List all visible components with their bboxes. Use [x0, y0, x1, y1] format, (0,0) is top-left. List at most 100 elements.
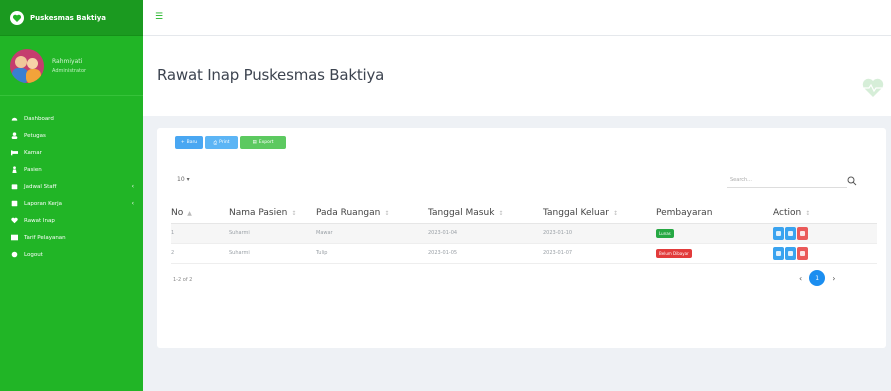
export-icon: ▤ — [252, 140, 257, 145]
table-row[interactable]: 1 Suharmi Mawar 2023-01-04 2023-01-10 Lu… — [171, 223, 877, 244]
sidebar: Puskesmas Baktiya Rahmiyati Administrato… — [0, 0, 143, 391]
avatar — [10, 48, 44, 83]
cell-ruangan: Tulip — [316, 243, 428, 264]
sidebar-item-petugas[interactable]: Petugas — [0, 127, 143, 144]
table-header-row: No ▲ Nama Pasien ↕ Pada Ruangan ↕ Tanggal M… — [171, 203, 877, 224]
logout-icon — [10, 251, 18, 259]
sidebar-item-dashboard[interactable]: Dashboard — [0, 110, 143, 127]
sidebar-item-logout[interactable]: Logout — [0, 246, 143, 263]
delete-button[interactable] — [797, 226, 808, 240]
report-icon — [10, 200, 18, 208]
cell-no: 2 — [171, 243, 229, 264]
sidebar-item-label: Logout — [24, 251, 43, 258]
page-header: Rawat Inap Puskesmas Baktiya — [143, 36, 891, 116]
detail-icon — [788, 250, 793, 256]
sidebar-item-kamar[interactable]: Kamar — [0, 144, 143, 161]
export-button-label: Export — [258, 140, 274, 145]
page-length-value: 10 — [177, 176, 185, 183]
search-placeholder: Search... — [730, 177, 752, 183]
chevron-left-icon: ‹ — [131, 200, 134, 207]
detail-button[interactable] — [785, 246, 796, 260]
brand-bar[interactable]: Puskesmas Baktiya — [0, 0, 143, 36]
print-button-label: Print — [219, 140, 230, 145]
print-icon: ⎙ — [213, 140, 218, 146]
sidebar-item-label: Petugas — [24, 132, 46, 139]
cell-ruangan: Mawar — [316, 223, 428, 244]
chevron-down-icon: ▾ — [186, 176, 190, 183]
cell-action — [773, 243, 877, 264]
patient-icon — [10, 166, 18, 174]
cell-pembayaran: Belum Dibayar — [656, 243, 773, 264]
export-button[interactable]: ▤ Export — [240, 136, 286, 149]
search-icon[interactable] — [847, 176, 857, 186]
sidebar-toggle-icon[interactable]: ☰ — [155, 12, 163, 22]
col-tanggal-masuk[interactable]: Tanggal Masuk ↕ — [428, 203, 543, 224]
print-button[interactable]: ⎙ Print — [205, 136, 238, 149]
chevron-left-icon: ‹ — [131, 183, 134, 190]
col-tanggal-keluar[interactable]: Tanggal Keluar ↕ — [543, 203, 656, 224]
user-role: Administrator — [52, 67, 87, 74]
calendar-icon — [10, 183, 18, 191]
sort-icon: ▲ — [187, 209, 192, 217]
user-panel: Rahmiyati Administrator — [0, 36, 143, 96]
heart-icon — [10, 217, 18, 225]
page-length-select[interactable]: 10 ▾ — [177, 176, 190, 183]
data-table: No ▲ Nama Pasien ↕ Pada Ruangan ↕ Tanggal M… — [171, 203, 877, 264]
pagination: ‹ 1 › — [799, 270, 835, 286]
cell-nama: Suharmi — [229, 223, 316, 244]
detail-button[interactable] — [785, 226, 796, 240]
edit-button[interactable] — [773, 246, 784, 260]
sidebar-item-label: Dashboard — [24, 115, 54, 122]
plus-icon: + — [180, 140, 185, 145]
cell-no: 1 — [171, 223, 229, 244]
trash-icon — [800, 250, 805, 256]
sidebar-item-tarif-pelayanan[interactable]: Tarif Pelayanan — [0, 229, 143, 246]
search-input[interactable]: Search... — [727, 173, 847, 188]
trash-icon — [800, 230, 805, 236]
detail-icon — [788, 230, 793, 236]
sort-icon: ↕ — [805, 209, 811, 217]
sidebar-item-laporan-kerja[interactable]: Laporan Kerja ‹ — [0, 195, 143, 212]
col-no[interactable]: No ▲ — [171, 203, 229, 224]
page-title: Rawat Inap Puskesmas Baktiya — [157, 66, 385, 84]
new-button[interactable]: + Baru — [175, 136, 203, 149]
user-icon — [10, 132, 18, 140]
next-page-icon[interactable]: › — [832, 274, 835, 283]
col-action[interactable]: Action ↕ — [773, 203, 877, 224]
status-badge: Belum Dibayar — [656, 248, 692, 258]
sidebar-item-label: Laporan Kerja — [24, 200, 63, 207]
brand-name: Puskesmas Baktiya — [30, 13, 107, 22]
data-card: + Baru ⎙ Print ▤ Export 10 ▾ Search... N… — [157, 128, 886, 348]
sidebar-item-label: Rawat Inap — [24, 217, 55, 224]
sort-icon: ↕ — [498, 209, 504, 217]
sidebar-item-pasien[interactable]: Pasien — [0, 161, 143, 178]
page-number-button[interactable]: 1 — [809, 270, 826, 286]
bed-icon — [10, 149, 18, 157]
status-badge: Lunas — [656, 228, 674, 238]
cell-action — [773, 223, 877, 244]
sidebar-item-label: Jadwal Staff — [24, 183, 57, 190]
sidebar-item-label: Pasien — [24, 166, 42, 173]
table-icon — [10, 234, 18, 242]
sidebar-item-label: Tarif Pelayanan — [24, 234, 66, 241]
col-nama-pasien[interactable]: Nama Pasien ↕ — [229, 203, 316, 224]
cell-masuk: 2023-01-04 — [428, 223, 543, 244]
sort-icon: ↕ — [612, 209, 618, 217]
heartbeat-icon — [862, 78, 884, 97]
cell-pembayaran: Lunas — [656, 223, 773, 244]
edit-button[interactable] — [773, 226, 784, 240]
delete-button[interactable] — [797, 246, 808, 260]
toolbar: + Baru ⎙ Print ▤ Export — [175, 136, 286, 149]
col-pada-ruangan[interactable]: Pada Ruangan ↕ — [316, 203, 428, 224]
table-row[interactable]: 2 Suharmi Tulip 2023-01-05 2023-01-07 Be… — [171, 243, 877, 264]
sidebar-nav: Dashboard Petugas Kamar Pasien Jadwal St… — [0, 96, 143, 263]
cell-keluar: 2023-01-07 — [543, 243, 656, 264]
edit-icon — [776, 250, 781, 256]
table-info: 1-2 of 2 — [173, 277, 193, 283]
sidebar-item-rawat-inap[interactable]: Rawat Inap — [0, 212, 143, 229]
sidebar-item-label: Kamar — [24, 149, 42, 156]
sidebar-item-jadwal-staff[interactable]: Jadwal Staff ‹ — [0, 178, 143, 195]
topbar: ☰ — [143, 0, 891, 36]
prev-page-icon[interactable]: ‹ — [799, 274, 802, 283]
col-pembayaran[interactable]: Pembayaran — [656, 203, 773, 224]
